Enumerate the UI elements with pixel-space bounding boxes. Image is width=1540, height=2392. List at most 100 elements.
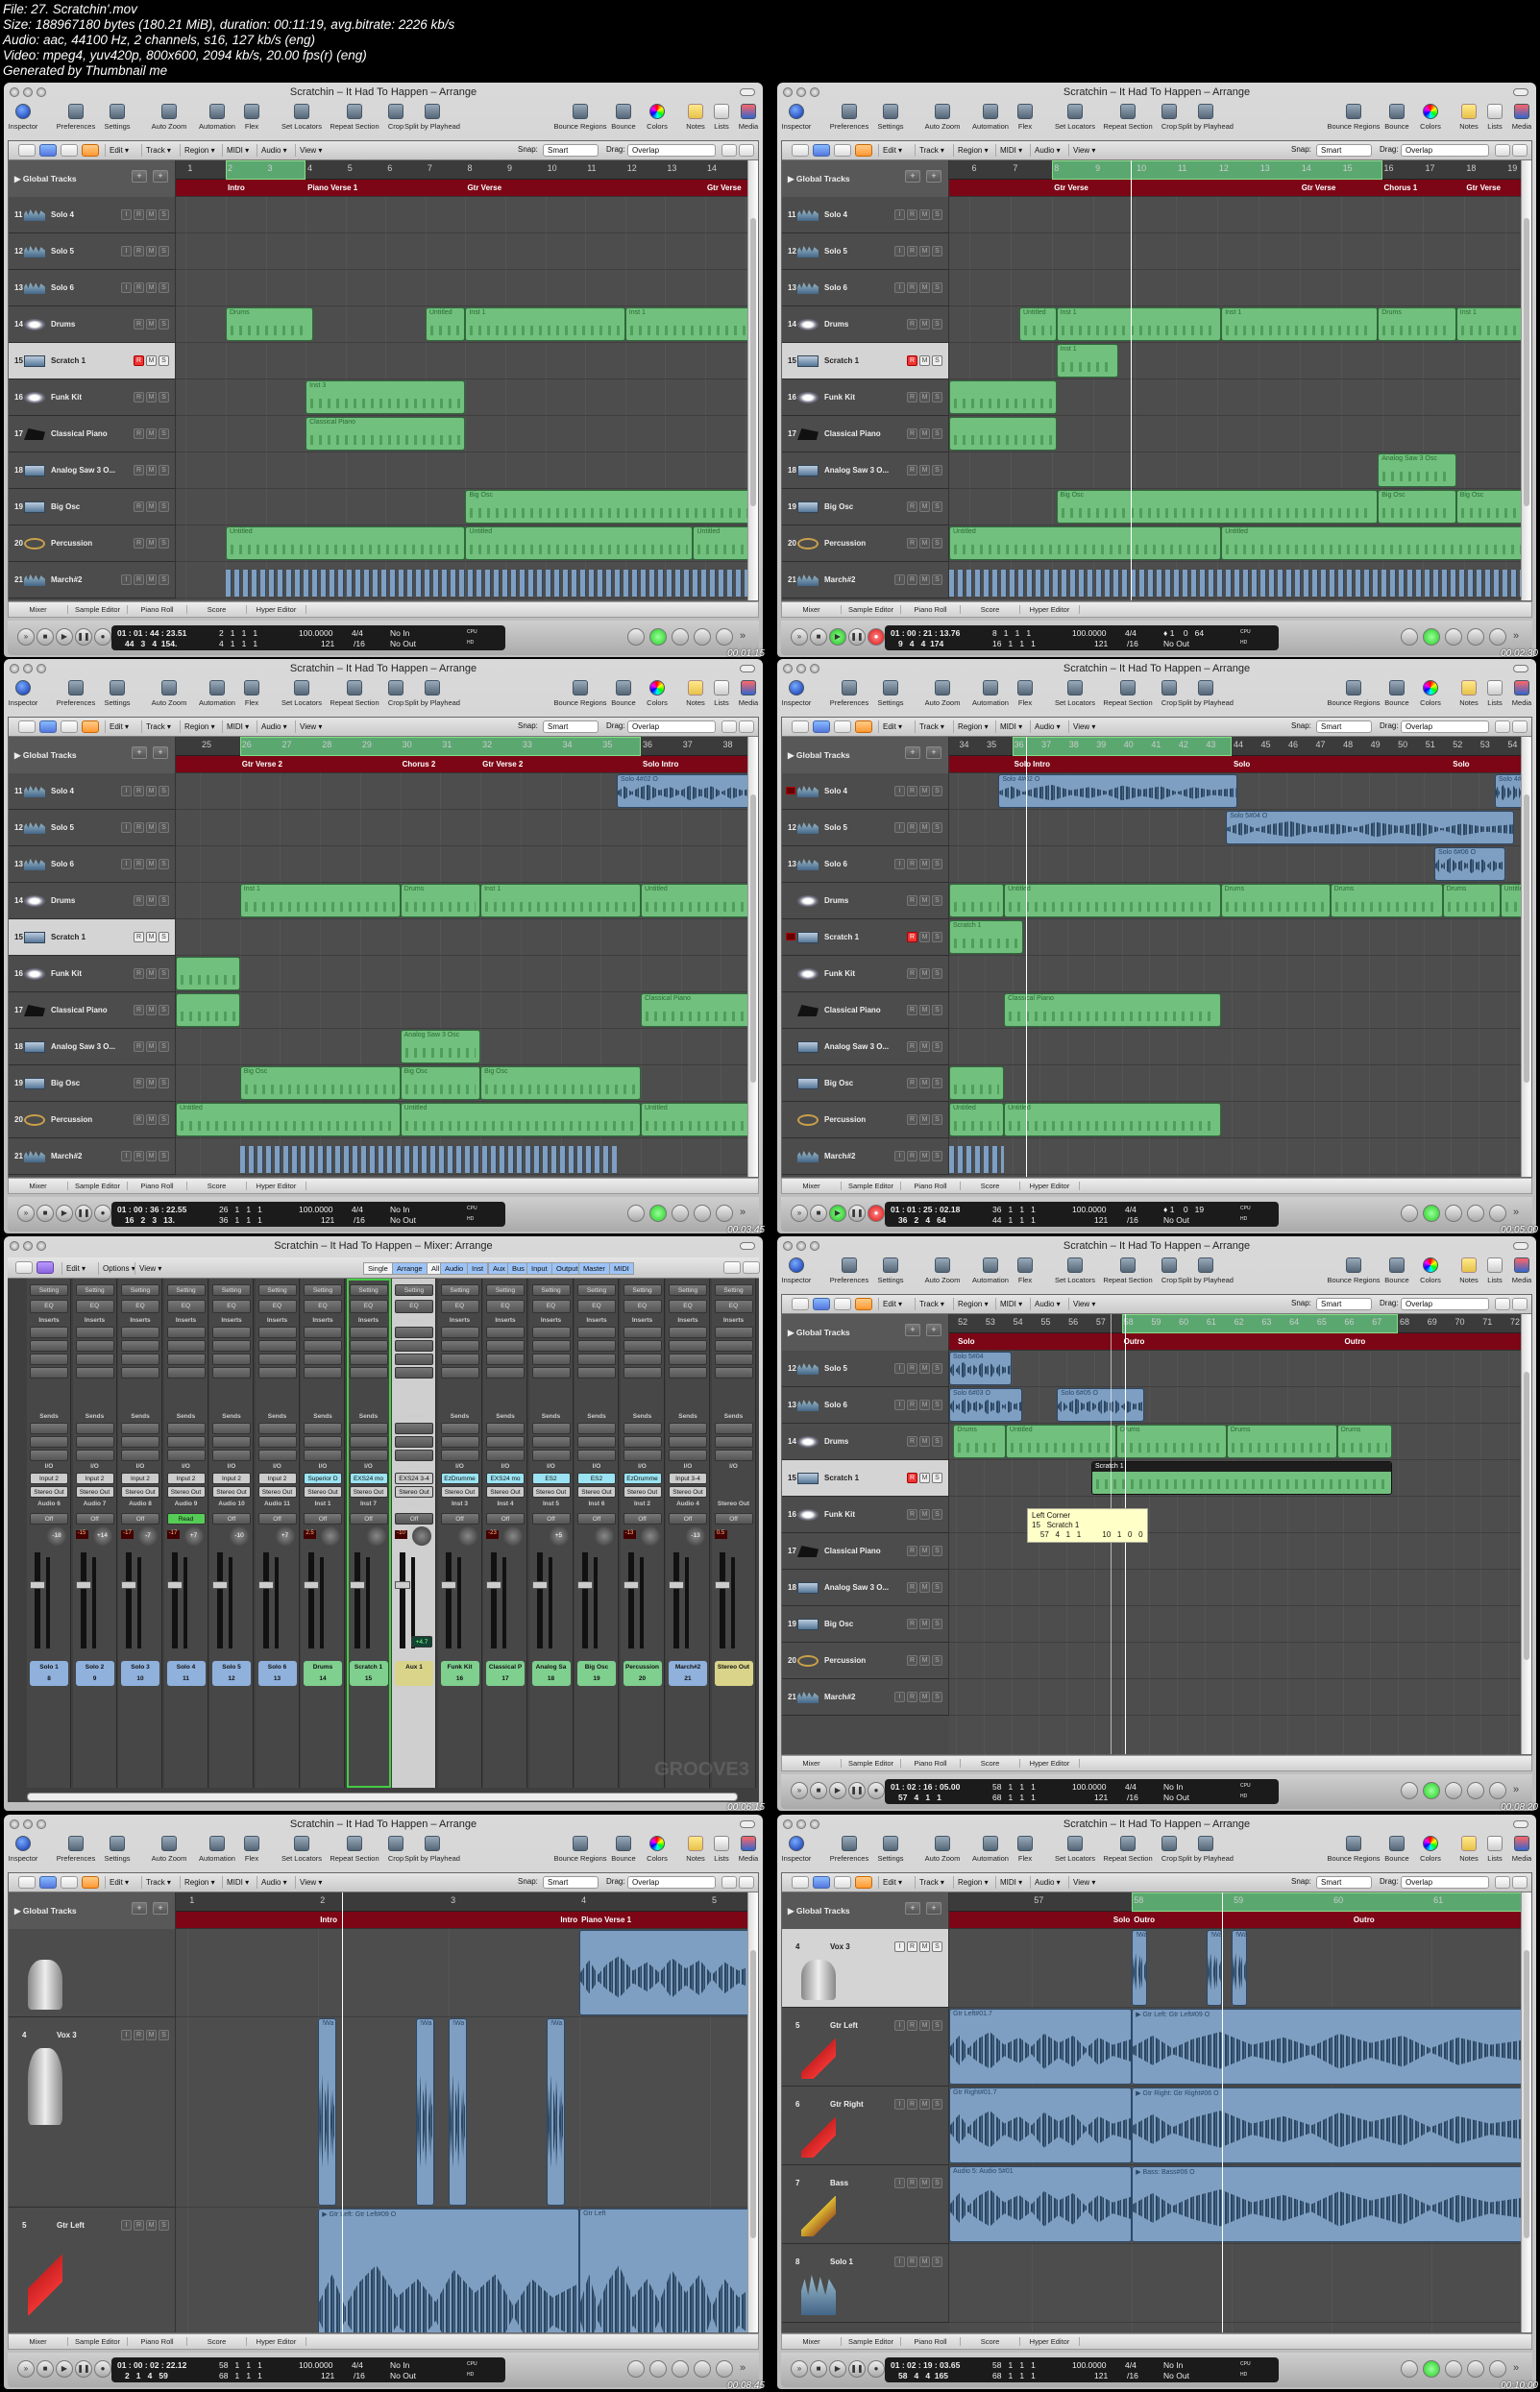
insert-slot[interactable] — [212, 1340, 251, 1352]
midi-region[interactable]: Big Osc — [1378, 490, 1456, 524]
zoom-button[interactable] — [810, 664, 819, 673]
channel-strip[interactable]: Setting EQ Inserts Sends I/O EzDrumme Stereo O… — [437, 1279, 482, 1788]
input-slot[interactable]: Input 2 — [257, 1473, 297, 1484]
vertical-scrollbar[interactable] — [1521, 1892, 1531, 2332]
menu-region[interactable]: Region ▾ — [180, 720, 219, 733]
catch-icon[interactable] — [792, 144, 809, 157]
channel-strip[interactable]: Setting EQ Inserts Sends I/O Stereo Out Off 0.5… — [711, 1279, 756, 1788]
insert-slot[interactable] — [166, 1340, 206, 1352]
send-slot[interactable] — [166, 1436, 206, 1448]
new-track-button[interactable]: + — [905, 746, 920, 759]
audio-slices[interactable] — [949, 1146, 1005, 1173]
track-header[interactable]: Solo 4IRMS — [782, 773, 949, 810]
solo-button[interactable]: S — [932, 2257, 942, 2267]
replace-button[interactable] — [1401, 628, 1418, 646]
pointer-tool[interactable] — [1495, 1298, 1510, 1310]
menu-midi[interactable]: MIDI ▾ — [995, 1876, 1026, 1889]
track-header[interactable]: 17 Classical Piano R M S — [9, 992, 176, 1029]
solo-button[interactable]: S — [932, 822, 942, 833]
track-header[interactable]: 14 Drums R M S — [782, 1424, 949, 1460]
insert-slot[interactable] — [714, 1367, 753, 1379]
channel-strip[interactable]: Setting EQ Inserts Sends I/O Input 2 Stereo Ou… — [209, 1279, 254, 1788]
toolbar-toggle-button[interactable] — [1513, 1242, 1528, 1250]
input-monitor-button[interactable]: I — [894, 2257, 905, 2267]
tab-score[interactable]: Score — [187, 605, 247, 614]
marquee-icon[interactable] — [82, 1876, 99, 1889]
mute-button[interactable]: M — [919, 1655, 930, 1666]
insert-slot[interactable] — [75, 1340, 114, 1352]
tab-hyper-editor[interactable]: Hyper Editor — [247, 605, 306, 614]
input-monitor-button[interactable]: I — [894, 822, 905, 833]
send-slot[interactable] — [531, 1436, 571, 1448]
record-enable-button[interactable]: R — [907, 932, 917, 942]
insert-slot[interactable] — [257, 1354, 297, 1365]
volume-fader[interactable] — [623, 1552, 639, 1648]
midi-region[interactable]: Classical Piano — [306, 417, 466, 451]
solo-button[interactable]: S — [159, 538, 169, 549]
automation-mode[interactable]: Off — [577, 1513, 616, 1525]
filter-inst[interactable]: Inst — [467, 1262, 489, 1275]
track-header[interactable]: 16 Funk Kit R M S — [9, 956, 176, 992]
solo-button[interactable]: S — [932, 209, 942, 220]
link-icon[interactable] — [813, 1298, 830, 1310]
input-monitor-button[interactable]: I — [894, 859, 905, 869]
pan-knob[interactable] — [503, 1526, 523, 1546]
solo-button[interactable]: S — [159, 895, 169, 906]
menu-midi[interactable]: MIDI ▾ — [222, 1876, 253, 1889]
toolbar-toggle-button[interactable] — [740, 1820, 755, 1828]
mute-button[interactable]: M — [919, 1941, 930, 1952]
record-enable-button[interactable]: R — [907, 1114, 917, 1125]
marquee-icon[interactable] — [855, 144, 872, 157]
vertical-scrollbar[interactable] — [1521, 1314, 1531, 1754]
send-slot[interactable] — [212, 1423, 251, 1434]
cycle-button[interactable] — [649, 1205, 667, 1222]
output-slot[interactable]: Stereo Out — [395, 1486, 433, 1498]
timeline[interactable]: Solo 5#04 Solo 6#03 O Solo 6#05 O Drums Unti… — [949, 1351, 1530, 1754]
catch-icon[interactable] — [18, 720, 36, 733]
bar-ruler[interactable]: 12345 — [176, 1892, 757, 1912]
tab-score[interactable]: Score — [961, 2337, 1020, 2346]
pan-knob[interactable] — [321, 1526, 340, 1546]
pan-knob[interactable]: +7 — [183, 1526, 204, 1546]
global-tracks-toggle[interactable]: ▶ Global Tracks — [14, 750, 77, 761]
flex-view-icon[interactable] — [834, 1298, 851, 1310]
tab-hyper-editor[interactable]: Hyper Editor — [1020, 1182, 1080, 1190]
snap-select[interactable]: Smart — [1316, 1298, 1372, 1310]
settings-button[interactable]: Setting — [349, 1284, 388, 1296]
forward-button[interactable]: » — [17, 628, 35, 646]
eq-button[interactable]: EQ — [257, 1300, 297, 1313]
eq-button[interactable]: EQ — [304, 1300, 342, 1313]
global-tracks-toggle[interactable]: ▶ Global Tracks — [788, 1328, 850, 1338]
automation-mode[interactable]: Off — [30, 1513, 68, 1525]
scroll-thumb[interactable] — [750, 794, 756, 1083]
bar-ruler[interactable]: 57 58 59 60 61 — [949, 1892, 1531, 1912]
send-slot[interactable] — [486, 1436, 525, 1448]
snap-select[interactable]: Smart — [1316, 1876, 1372, 1889]
record-enable-button[interactable]: R — [907, 2020, 917, 2031]
fader-cap[interactable] — [577, 1581, 593, 1589]
eq-button[interactable]: EQ — [486, 1300, 525, 1313]
pan-knob[interactable] — [366, 1526, 386, 1546]
marquee-icon[interactable] — [855, 720, 872, 733]
midi-region[interactable]: Analog Saw 3 Osc — [1378, 453, 1456, 487]
midi-region[interactable]: Inst 1 — [1056, 307, 1222, 341]
marker[interactable]: Solo — [1113, 1916, 1130, 1924]
stop-button[interactable]: ■ — [810, 1205, 827, 1222]
send-slot[interactable] — [30, 1423, 68, 1434]
settings-button[interactable]: Setting — [75, 1284, 114, 1296]
marker[interactable]: Chorus 2 — [403, 760, 436, 769]
track-header[interactable]: 17 Classical Piano R M S — [9, 416, 176, 452]
insert-slot[interactable] — [166, 1367, 206, 1379]
insert-slot[interactable] — [395, 1367, 433, 1379]
sync-button[interactable] — [1489, 2360, 1506, 2378]
drag-select[interactable]: Overlap — [1401, 1876, 1489, 1889]
send-slot[interactable] — [440, 1423, 479, 1434]
insert-slot[interactable] — [30, 1354, 68, 1365]
record-enable-button[interactable]: R — [134, 1041, 144, 1052]
audio-region[interactable]: !Wa — [547, 2018, 566, 2206]
solo-button[interactable]: S — [932, 428, 942, 439]
input-monitor-button[interactable]: I — [894, 1941, 905, 1952]
fader-cap[interactable] — [349, 1581, 365, 1589]
mute-button[interactable]: M — [146, 1114, 157, 1125]
record-enable-button[interactable]: R — [907, 786, 917, 796]
